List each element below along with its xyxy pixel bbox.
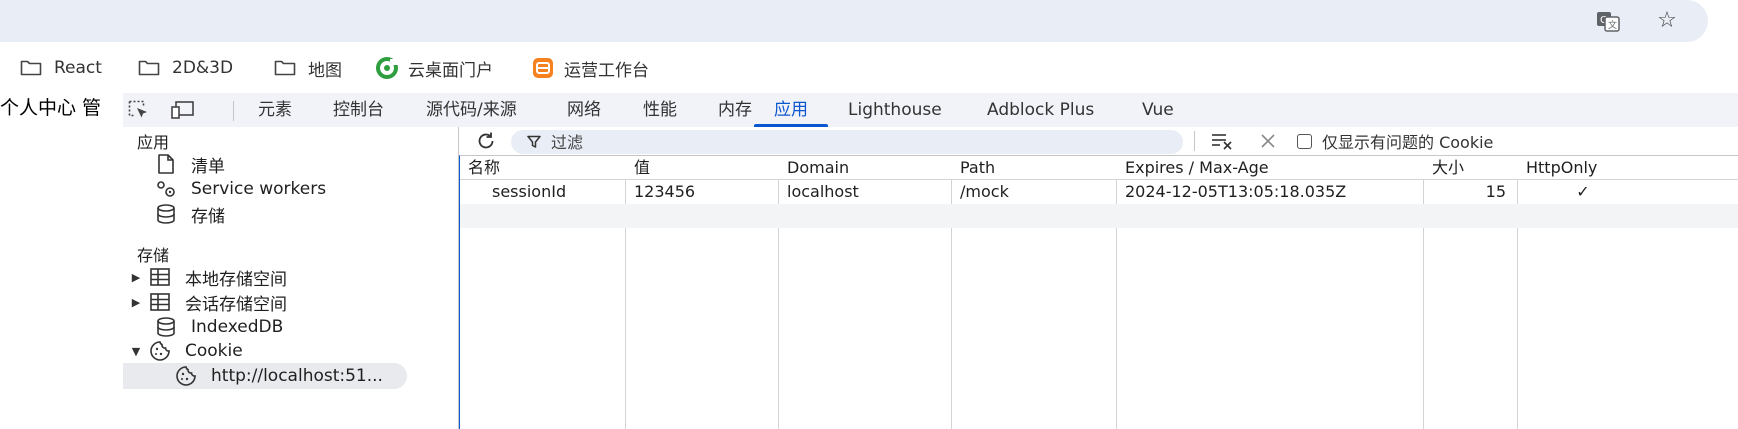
tab-elements[interactable]: 元素 [238, 93, 312, 127]
sidebar-item-cookie[interactable]: ▼ Cookie [129, 338, 243, 364]
sidebar-item-session-storage[interactable]: ▶ 会话存储空间 [129, 289, 287, 315]
sidebar-section-application: 应用 [137, 133, 170, 152]
page-partial-text: 个人中心 管 [0, 97, 102, 119]
translate-icon[interactable]: G 文 [1596, 9, 1620, 33]
toolbar-separator [1194, 131, 1195, 151]
bookmark-label: 地图 [308, 60, 342, 81]
device-toolbar-icon[interactable] [171, 99, 195, 121]
filter-input[interactable] [551, 132, 1151, 152]
tab-separator [233, 101, 234, 121]
cell-size: 15 [1485, 182, 1506, 201]
cell-value: 123456 [634, 182, 696, 201]
cell-expires: 2024-12-05T13:05:18.035Z [1125, 182, 1347, 201]
table-icon [149, 291, 171, 313]
sidebar-item-label: 存储 [191, 206, 225, 227]
tab-lighthouse[interactable]: Lighthouse [828, 93, 962, 127]
tab-application[interactable]: 应用 [754, 93, 828, 127]
collapse-arrow-icon[interactable]: ▼ [129, 345, 143, 358]
devtools-tabbar: 元素 控制台 源代码/来源 网络 性能 内存 应用 Lighthouse Adb… [123, 93, 1738, 127]
cell-path: /mock [960, 182, 1009, 201]
bookmark-cloud-desktop[interactable]: 云桌面门户 [376, 56, 493, 81]
sidebar-item-storage[interactable]: 存储 [155, 201, 225, 227]
only-issues-toggle[interactable]: 仅显示有问题的 Cookie [1297, 130, 1493, 152]
table-row[interactable]: sessionId 123456 localhost /mock 2024-12… [460, 180, 1738, 204]
sidebar-item-label: http://localhost:51... [211, 366, 383, 386]
application-sidebar: 应用 清单 Service workers 存储 存储 ▶ 本地存储空间 ▶ 会… [123, 127, 459, 429]
address-bar[interactable]: G 文 ☆ [0, 0, 1708, 42]
folder-icon [138, 59, 160, 77]
tab-adblock-plus[interactable]: Adblock Plus [967, 93, 1114, 127]
sidebar-item-label: 清单 [191, 156, 225, 177]
cookie-icon [149, 340, 171, 362]
sidebar-item-manifest[interactable]: 清单 [155, 151, 225, 177]
sidebar-item-label: 会话存储空间 [185, 294, 287, 315]
folder-icon [274, 59, 296, 77]
table-icon [149, 266, 171, 288]
sidebar-section-storage: 存储 [137, 246, 170, 265]
delete-selected-icon[interactable] [1257, 130, 1279, 152]
bookmark-label: 2D&3D [172, 58, 234, 78]
bookmark-react[interactable]: React [20, 56, 102, 80]
bookmarks-bar: React 2D&3D 地图 云桌面门户 运营工作台 [0, 52, 1738, 84]
sidebar-item-label: IndexedDB [191, 317, 284, 337]
bookmark-map[interactable]: 地图 [274, 56, 342, 81]
sidebar-item-indexeddb[interactable]: IndexedDB [155, 314, 283, 340]
sidebar-item-label: Service workers [191, 179, 327, 199]
tab-network[interactable]: 网络 [547, 93, 621, 127]
folder-icon [20, 59, 42, 77]
ops-console-icon [532, 57, 554, 79]
inspect-element-icon[interactable] [127, 99, 151, 121]
header-value[interactable]: 值 [626, 156, 779, 180]
bookmark-label: 云桌面门户 [408, 60, 493, 81]
bookmark-label: 运营工作台 [564, 60, 649, 81]
cell-domain: localhost [787, 182, 859, 201]
sidebar-item-label: 本地存储空间 [185, 269, 287, 290]
tab-vue[interactable]: Vue [1122, 93, 1194, 127]
header-path[interactable]: Path [952, 156, 1117, 180]
header-size[interactable]: 大小 [1424, 156, 1518, 180]
table-row-empty [460, 204, 1738, 228]
cell-httponly: ✓ [1576, 182, 1590, 201]
only-issues-checkbox[interactable] [1297, 133, 1312, 149]
filter-box [511, 130, 1183, 154]
bookmark-2d3d[interactable]: 2D&3D [138, 56, 233, 80]
svg-text:文: 文 [1608, 19, 1617, 31]
header-expires[interactable]: Expires / Max-Age [1117, 156, 1424, 180]
sidebar-item-label: Cookie [185, 341, 243, 361]
header-domain[interactable]: Domain [779, 156, 952, 180]
only-issues-label: 仅显示有问题的 Cookie [1322, 133, 1494, 152]
header-httponly[interactable]: HttpOnly [1518, 156, 1738, 180]
refresh-icon[interactable] [475, 130, 497, 152]
bookmark-ops-console[interactable]: 运营工作台 [532, 56, 649, 81]
tab-sources[interactable]: 源代码/来源 [406, 93, 537, 127]
clear-all-cookies-icon[interactable] [1211, 130, 1235, 152]
cloud-desktop-icon [376, 57, 398, 79]
cookie-toolbar: 仅显示有问题的 Cookie [459, 127, 1738, 155]
bookmark-star-icon[interactable]: ☆ [1655, 9, 1679, 33]
bookmark-label: React [54, 58, 102, 78]
devtools-panel: 元素 控制台 源代码/来源 网络 性能 内存 应用 Lighthouse Adb… [123, 93, 1738, 429]
sidebar-item-service-workers[interactable]: Service workers [155, 176, 326, 202]
sidebar-item-cookie-localhost[interactable]: http://localhost:51... [123, 363, 407, 389]
header-name[interactable]: 名称 [460, 156, 626, 180]
cookie-table: 名称 值 Domain Path Expires / Max-Age 大小 Ht… [459, 155, 1738, 429]
expand-arrow-icon[interactable]: ▶ [129, 296, 143, 309]
cookie-main-pane: 仅显示有问题的 Cookie 名称 值 Domain Path Expires … [459, 127, 1738, 429]
expand-arrow-icon[interactable]: ▶ [129, 271, 143, 284]
filter-funnel-icon [527, 135, 541, 149]
database-icon [155, 203, 177, 225]
document-icon [155, 153, 177, 175]
gears-icon [155, 178, 177, 200]
tab-performance[interactable]: 性能 [623, 93, 697, 127]
cell-name: sessionId [492, 182, 567, 201]
database-icon [155, 316, 177, 338]
tab-console[interactable]: 控制台 [313, 93, 404, 127]
sidebar-item-local-storage[interactable]: ▶ 本地存储空间 [129, 264, 287, 290]
cookie-icon [175, 365, 197, 387]
